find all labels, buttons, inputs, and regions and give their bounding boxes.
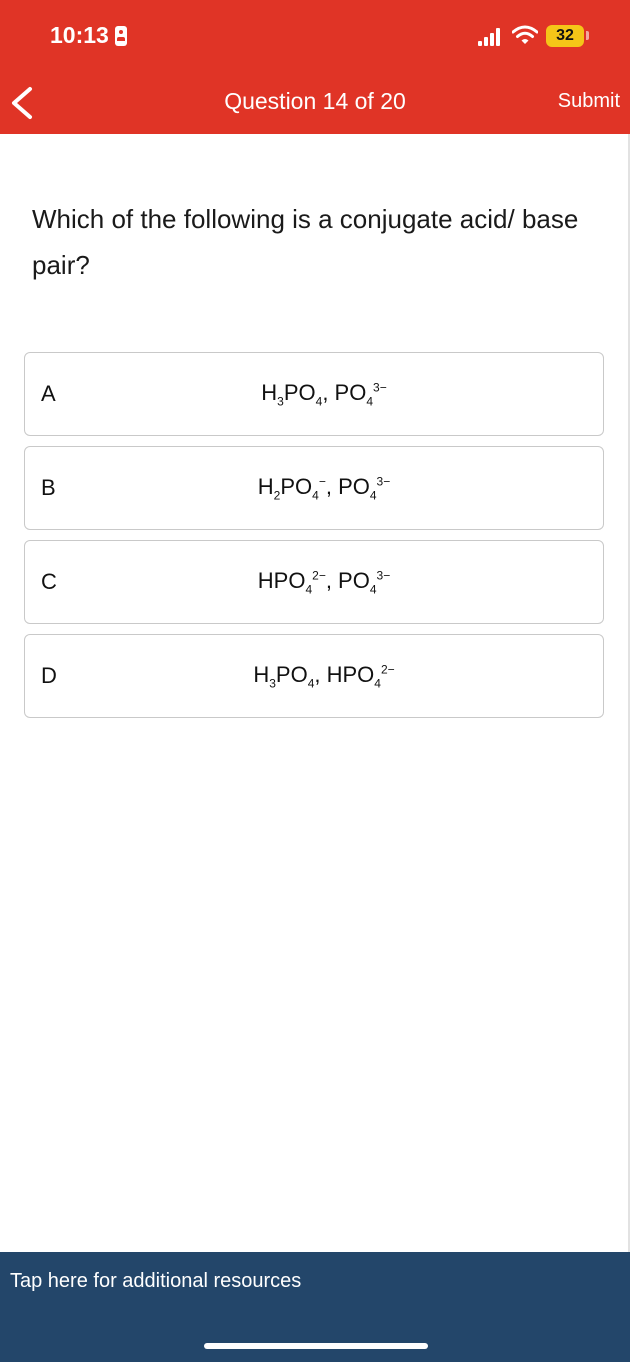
submit-button[interactable]: Submit <box>558 90 620 113</box>
top-bar: 10:13 32 Question 14 of 20 Submit <box>0 0 630 134</box>
page-title: Question 14 of 20 <box>224 88 406 114</box>
option-formula: HPO42−, PO43− <box>257 568 391 597</box>
battery-level: 32 <box>556 27 574 44</box>
answer-option-a[interactable]: A H3PO4, PO43− <box>24 352 604 436</box>
time-text: 10:13 <box>50 22 109 48</box>
answer-option-d[interactable]: D H3PO4, HPO42− <box>24 634 604 718</box>
question-text: Which of the following is a conjugate ac… <box>32 204 579 280</box>
status-time: 10:13 <box>50 22 127 49</box>
option-formula: H2PO4−, PO43− <box>257 474 391 503</box>
answer-option-c[interactable]: C HPO42−, PO43− <box>24 540 604 624</box>
id-card-icon <box>114 25 127 46</box>
answer-option-b[interactable]: B H2PO4−, PO43− <box>24 446 604 530</box>
battery-icon: 32 <box>546 25 584 47</box>
home-indicator <box>204 1343 428 1349</box>
wifi-icon <box>512 25 538 44</box>
signal-icon <box>478 28 504 46</box>
resources-bar[interactable]: Tap here for additional resources <box>0 1252 630 1362</box>
resources-link[interactable]: Tap here for additional resources <box>10 1270 301 1293</box>
battery-tip <box>586 31 589 40</box>
option-formula: H3PO4, PO43− <box>261 380 387 409</box>
option-formula: H3PO4, HPO42− <box>253 662 395 691</box>
